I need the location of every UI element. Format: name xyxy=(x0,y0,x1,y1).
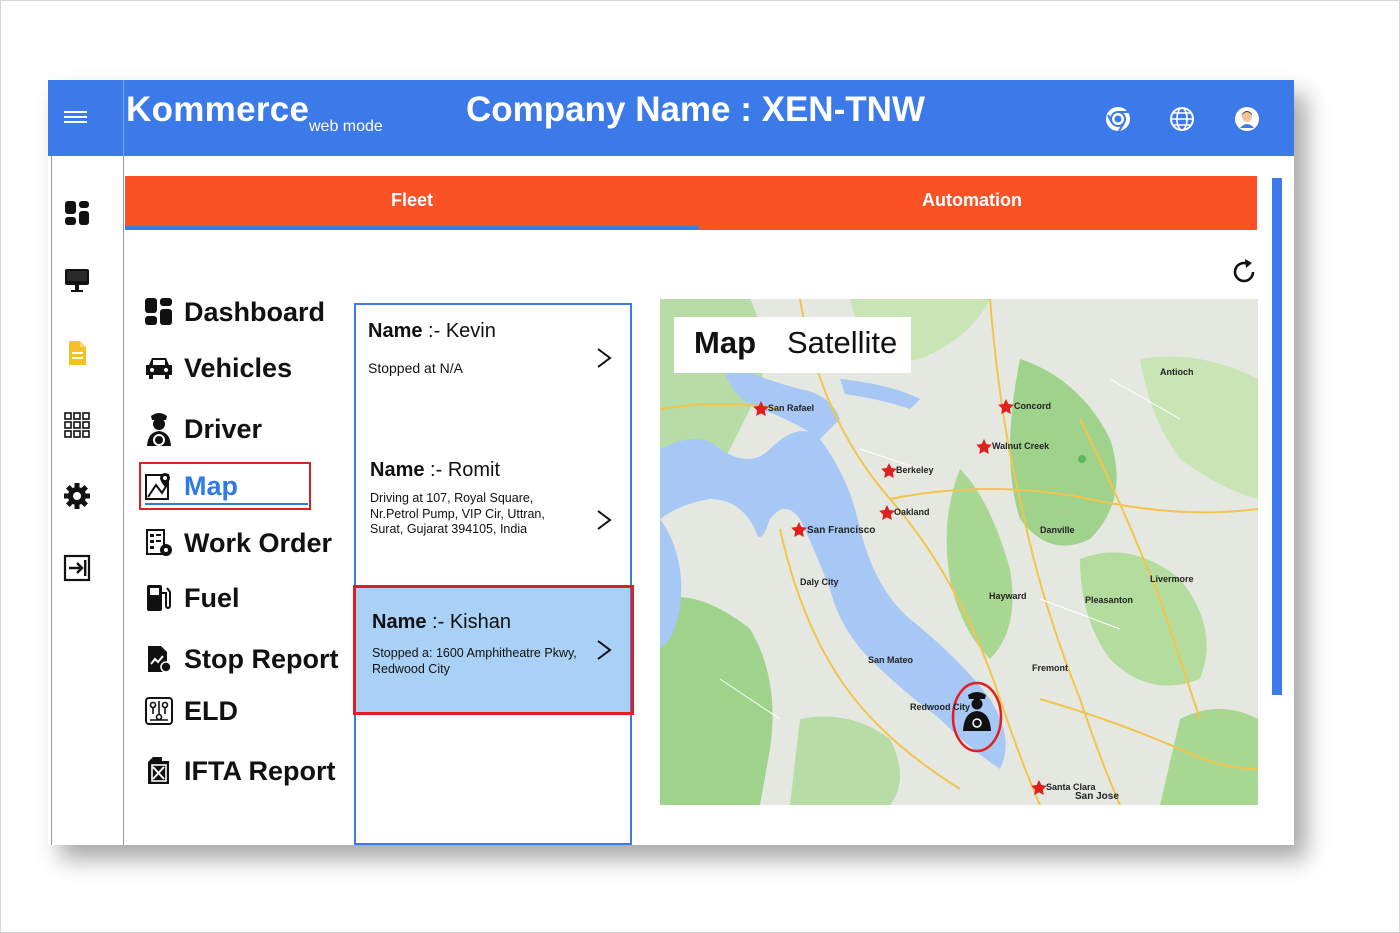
map-place-label: San Francisco xyxy=(807,525,876,536)
gear-icon[interactable] xyxy=(63,482,91,510)
map-place-label: Oakland xyxy=(894,507,930,517)
map-place-label: San Rafael xyxy=(768,403,815,413)
hamburger-menu-button[interactable] xyxy=(48,80,124,156)
map-place-label: Danville xyxy=(1040,525,1075,535)
map-place-label: Daly City xyxy=(800,577,839,587)
top-bar: Kommerce web mode Company Name : XEN-TNW xyxy=(48,80,1294,156)
driver-list-panel: Name :- Kevin Stopped at N/A Name :- Rom… xyxy=(354,303,632,845)
driver-name: Name :- Kevin xyxy=(368,320,496,342)
left-icon-rail xyxy=(51,156,124,845)
nav-label: IFTA Report xyxy=(184,755,336,786)
document-icon[interactable] xyxy=(63,339,91,367)
refresh-icon[interactable] xyxy=(1231,258,1259,286)
driver-card-kevin[interactable]: Name :- Kevin Stopped at N/A xyxy=(356,305,630,445)
chevron-right-icon xyxy=(597,510,612,530)
nav-label: Work Order xyxy=(184,527,333,558)
dashboard-icon[interactable] xyxy=(63,199,91,227)
nav-item-eld[interactable]: ELD xyxy=(144,693,238,729)
brand-subtitle: web mode xyxy=(309,118,383,135)
company-title: Company Name : XEN-TNW xyxy=(466,90,925,129)
driver-status: Driving at 107, Royal Square, Nr.Petrol … xyxy=(370,491,545,536)
logout-icon[interactable] xyxy=(63,554,91,582)
map-place-label: San Jose xyxy=(1075,791,1119,802)
nav-item-driver[interactable]: Driver xyxy=(144,403,262,455)
car-icon xyxy=(146,358,172,379)
brand-name: Kommerce xyxy=(126,90,310,129)
map-place-label: Livermore xyxy=(1150,574,1194,584)
chevron-right-icon xyxy=(597,348,612,368)
map-place-label: Concord xyxy=(1014,401,1051,411)
driver-status: Stopped at N/A xyxy=(368,360,463,376)
map-place-label: Redwood City xyxy=(910,702,970,712)
hamburger-line xyxy=(64,111,87,113)
tab-fleet[interactable]: Fleet xyxy=(125,176,699,230)
tab-automation[interactable]: Automation xyxy=(699,176,1245,230)
monitor-icon[interactable] xyxy=(63,266,91,294)
tab-automation-label: Automation xyxy=(922,190,1022,210)
map-place-label: Walnut Creek xyxy=(992,441,1050,451)
tab-bar: Fleet Automation xyxy=(125,176,1257,230)
globe-icon[interactable] xyxy=(1169,106,1195,132)
active-tab-indicator xyxy=(125,226,699,230)
driver-name: Name :- Romit xyxy=(370,459,501,481)
dashboard-icon xyxy=(145,298,172,325)
nav-item-dashboard[interactable]: Dashboard xyxy=(144,294,325,330)
map-view[interactable]: San Rafael San Francisco Berkeley Oaklan… xyxy=(660,299,1258,805)
nav-item-ifta-report[interactable]: IFTA Report xyxy=(144,753,335,789)
avatar[interactable] xyxy=(1234,106,1260,132)
nav-item-work-order[interactable]: Work Order xyxy=(144,525,332,561)
map-place-label: Pleasanton xyxy=(1085,595,1134,605)
nav-item-vehicles[interactable]: Vehicles xyxy=(144,350,292,386)
nav-item-stop-report[interactable]: Stop Report xyxy=(144,641,339,677)
stop-report-icon xyxy=(148,646,172,673)
map-type-toggle: Map Satellite xyxy=(674,317,911,373)
driver-icon xyxy=(147,413,171,446)
map-place-label: Fremont xyxy=(1032,663,1068,673)
grid-icon[interactable] xyxy=(63,411,91,439)
nav-label: Driver xyxy=(184,413,263,444)
driver-card-romit[interactable]: Name :- Romit Driving at 107, Royal Squa… xyxy=(356,445,630,585)
chrome-icon[interactable] xyxy=(1105,106,1131,132)
nav-item-fuel[interactable]: Fuel xyxy=(144,580,240,616)
map-place-label: Antioch xyxy=(1160,367,1194,377)
eld-icon xyxy=(145,697,173,725)
work-order-icon xyxy=(146,529,172,556)
tab-fleet-label: Fleet xyxy=(390,190,433,210)
map-place-label: San Mateo xyxy=(868,655,914,665)
map-place-label: Berkeley xyxy=(896,465,934,475)
hamburger-line xyxy=(64,121,87,123)
vertical-scrollbar[interactable] xyxy=(1272,178,1282,695)
app-window: Kommerce web mode Company Name : XEN-TNW xyxy=(48,80,1294,845)
selected-driver-highlight xyxy=(353,585,634,715)
ifta-report-icon xyxy=(148,757,169,784)
nav-label: Stop Report xyxy=(184,643,339,674)
active-nav-underline xyxy=(145,503,308,505)
map-type-map-button[interactable]: Map xyxy=(694,325,756,361)
nav-label: Dashboard xyxy=(184,296,326,327)
map-place-label: Hayward xyxy=(989,591,1027,601)
map-type-satellite-button[interactable]: Satellite xyxy=(787,325,897,361)
nav-label: Vehicles xyxy=(184,352,293,383)
hamburger-line xyxy=(64,116,87,118)
map-place-label: Santa Clara xyxy=(1046,782,1096,792)
fuel-icon xyxy=(147,585,171,611)
tab-bar-bottom xyxy=(699,226,1257,229)
nav-label: Fuel xyxy=(184,582,240,613)
nav-label: ELD xyxy=(184,695,238,726)
